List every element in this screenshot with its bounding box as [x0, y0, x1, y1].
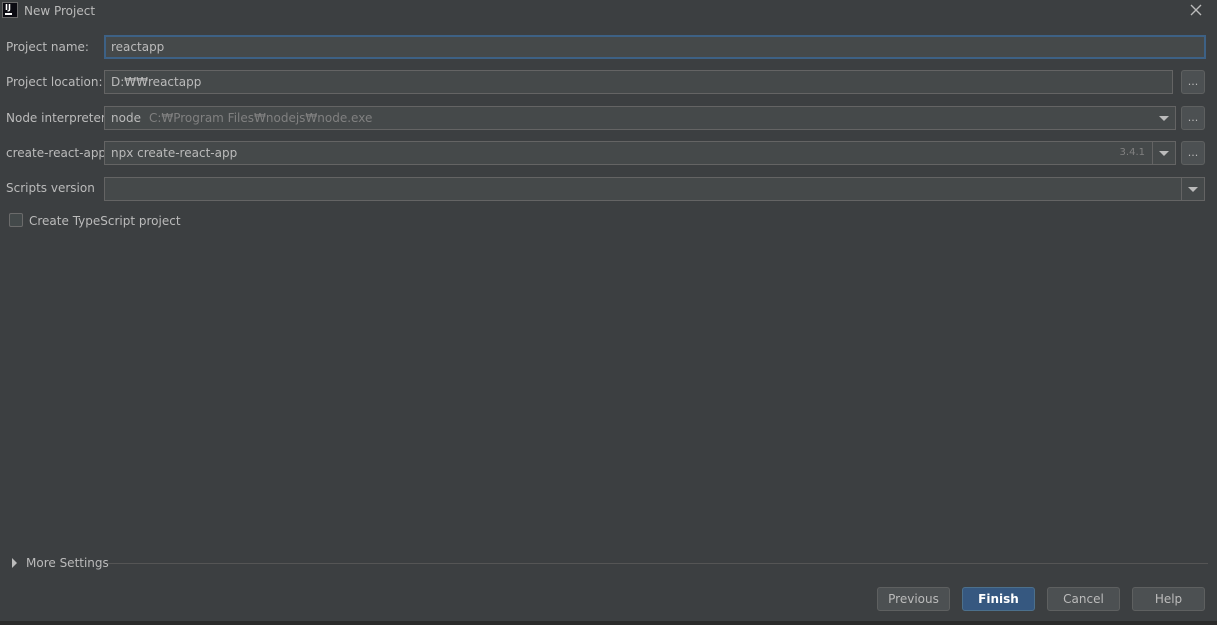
create-react-app-label: create-react-app:: [6, 146, 111, 160]
project-location-browse-button[interactable]: ...: [1181, 70, 1205, 94]
typescript-checkbox[interactable]: [9, 213, 23, 227]
title-bar: IJ New Project: [0, 0, 1217, 24]
project-location-value: D:₩₩reactapp: [111, 75, 202, 89]
create-react-app-version: 3.4.1: [1119, 147, 1145, 158]
node-interpreter-select[interactable]: node C:₩Program Files₩nodejs₩node.exe: [104, 106, 1176, 130]
create-react-app-browse-button[interactable]: ...: [1181, 141, 1205, 165]
more-settings-label: More Settings: [26, 556, 109, 570]
window-title: New Project: [24, 4, 96, 18]
node-interpreter-browse-button[interactable]: ...: [1181, 106, 1205, 130]
divider: [108, 563, 1208, 564]
project-name-value: reactapp: [111, 40, 165, 54]
typescript-checkbox-label[interactable]: Create TypeScript project: [29, 214, 181, 228]
new-project-dialog: IJ New Project Project name: reactapp Pr…: [0, 0, 1217, 625]
node-interpreter-label: Node interpreter:: [6, 111, 110, 125]
cancel-button[interactable]: Cancel: [1047, 587, 1120, 611]
project-location-label: Project location:: [6, 75, 103, 89]
chevron-down-icon[interactable]: [1152, 142, 1175, 164]
chevron-down-icon[interactable]: [1181, 178, 1204, 200]
finish-button[interactable]: Finish: [962, 587, 1035, 611]
scripts-version-label: Scripts version: [6, 181, 95, 195]
create-react-app-value: npx create-react-app: [111, 146, 238, 160]
help-button[interactable]: Help: [1132, 587, 1205, 611]
project-name-label: Project name:: [6, 40, 89, 54]
triangle-right-icon: [12, 558, 17, 568]
intellij-logo-icon: IJ: [2, 2, 18, 18]
chevron-down-icon[interactable]: [1153, 107, 1175, 129]
create-react-app-select[interactable]: npx create-react-app 3.4.1: [104, 141, 1176, 165]
node-interpreter-value: node: [111, 111, 141, 125]
node-interpreter-path: C:₩Program Files₩nodejs₩node.exe: [148, 111, 373, 125]
project-location-input[interactable]: D:₩₩reactapp: [104, 70, 1173, 94]
project-name-input[interactable]: reactapp: [104, 35, 1206, 59]
previous-button[interactable]: Previous: [877, 587, 950, 611]
close-icon[interactable]: [1189, 3, 1203, 17]
scripts-version-select[interactable]: [104, 177, 1205, 201]
window-bottom-edge: [0, 621, 1217, 625]
